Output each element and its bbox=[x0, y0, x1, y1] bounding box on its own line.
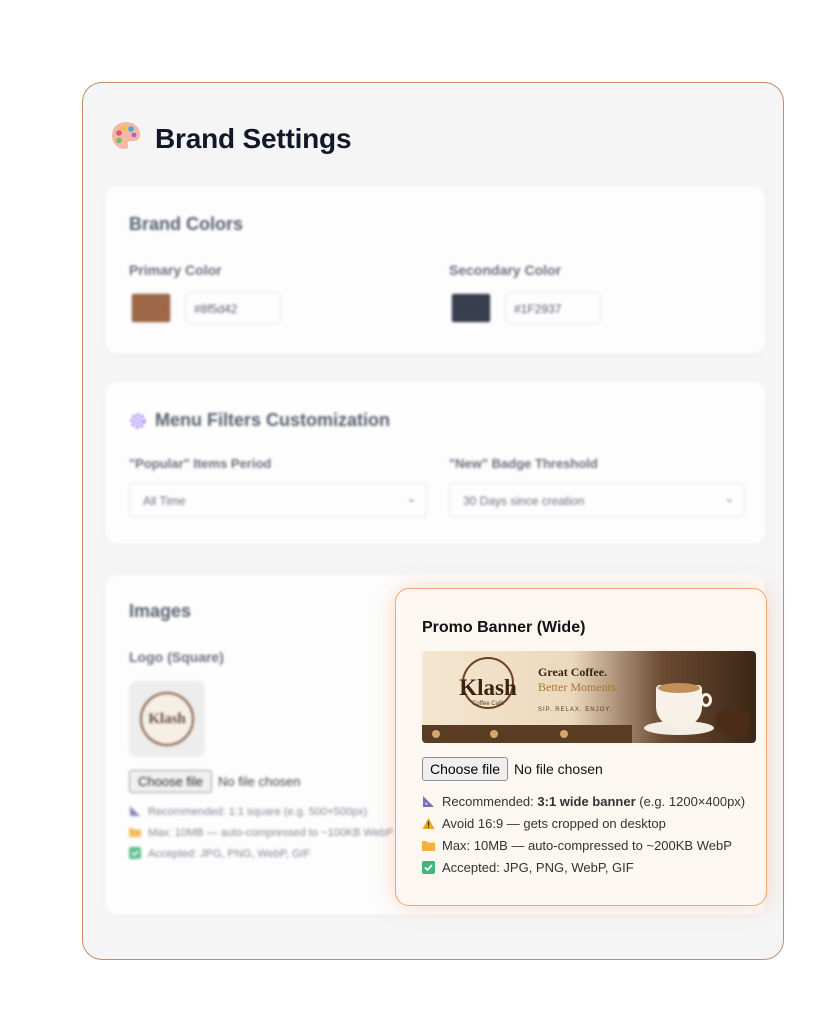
promo-choose-file-button[interactable]: Choose file bbox=[422, 757, 509, 781]
popular-period-label: "Popular" Items Period bbox=[129, 456, 272, 471]
chevron-down-icon: ⌄ bbox=[724, 493, 734, 505]
banner-headline: Great Coffee. Better Moments. SIP. RELAX… bbox=[538, 665, 619, 713]
promo-file-row: Choose file No file chosen bbox=[422, 757, 603, 781]
promo-hint-avoid: Avoid 16:9 — gets cropped on desktop bbox=[422, 816, 666, 831]
logo-preview: Klash bbox=[129, 681, 205, 757]
logo-choose-file-button[interactable]: Choose file bbox=[129, 770, 213, 793]
promo-hint-accepted: Accepted: JPG, PNG, WebP, GIF bbox=[422, 860, 634, 875]
page-header: Brand Settings bbox=[109, 119, 352, 158]
banner-coffee-cup bbox=[644, 681, 714, 739]
banner-headline-1: Great Coffee. bbox=[538, 665, 608, 679]
folder-icon bbox=[129, 826, 142, 839]
new-badge-value: 30 Days since creation bbox=[463, 494, 585, 508]
banner-headline-2: Better Moments. bbox=[538, 680, 619, 694]
banner-coffee-beans bbox=[716, 709, 750, 735]
logo-file-status: No file chosen bbox=[218, 774, 301, 789]
check-icon bbox=[129, 847, 142, 860]
triangle-ruler-icon bbox=[422, 795, 435, 808]
gear-icon bbox=[129, 412, 147, 430]
banner-feature-strip bbox=[422, 725, 632, 743]
logo-label: Logo (Square) bbox=[129, 649, 224, 665]
logo-hint-accepted: Accepted: JPG, PNG, WebP, GIF bbox=[129, 847, 310, 860]
promo-banner-panel: Promo Banner (Wide) Klash Coffee Café Gr… bbox=[395, 588, 767, 906]
primary-color-label: Primary Color bbox=[129, 262, 222, 278]
banner-tagline: SIP. RELAX. ENJOY. bbox=[538, 707, 613, 713]
folder-icon bbox=[422, 839, 435, 852]
primary-color-input[interactable]: #8f5d42 bbox=[185, 292, 281, 324]
logo-hint-recommended: Recommended: 1:1 square (e.g. 500×500px) bbox=[129, 805, 367, 818]
menu-filters-card: Menu Filters Customization "Popular" Ite… bbox=[105, 382, 765, 544]
promo-hint-max: Max: 10MB — auto-compressed to ~200KB We… bbox=[422, 838, 732, 853]
logo-preview-text: Klash bbox=[148, 710, 186, 727]
popular-period-select[interactable]: All Time ⌄ bbox=[129, 482, 427, 518]
promo-banner-preview: Klash Coffee Café Great Coffee. Better M… bbox=[422, 651, 756, 743]
palette-icon bbox=[109, 119, 143, 158]
promo-hint-recommended: Recommended: 3:1 wide banner (e.g. 1200×… bbox=[422, 794, 745, 809]
promo-file-status: No file chosen bbox=[514, 761, 603, 777]
triangle-ruler-icon bbox=[129, 805, 142, 818]
page-title: Brand Settings bbox=[155, 122, 352, 154]
logo-hint-max: Max: 10MB — auto-compressed to ~100KB We… bbox=[129, 826, 393, 839]
secondary-color-swatch[interactable] bbox=[451, 293, 491, 323]
check-icon bbox=[422, 861, 435, 874]
secondary-color-label: Secondary Color bbox=[449, 262, 562, 278]
banner-brand-sub: Coffee Café bbox=[472, 701, 504, 707]
menu-filters-title-text: Menu Filters Customization bbox=[155, 410, 391, 430]
settings-panel: Brand Settings Brand Colors Primary Colo… bbox=[82, 82, 784, 960]
brand-colors-title: Brand Colors bbox=[129, 214, 244, 234]
logo-file-row: Choose file No file chosen bbox=[129, 770, 300, 793]
banner-brand-text: Klash bbox=[459, 675, 517, 700]
warning-icon bbox=[422, 817, 435, 830]
new-badge-select[interactable]: 30 Days since creation ⌄ bbox=[449, 482, 745, 518]
chevron-down-icon: ⌄ bbox=[406, 493, 416, 505]
popular-period-value: All Time bbox=[143, 494, 186, 508]
secondary-color-input[interactable]: #1F2937 bbox=[505, 292, 601, 324]
menu-filters-title: Menu Filters Customization bbox=[129, 410, 390, 431]
images-title: Images bbox=[129, 601, 192, 621]
primary-color-swatch[interactable] bbox=[131, 293, 171, 323]
brand-colors-card: Brand Colors Primary Color #8f5d42 Secon… bbox=[105, 186, 765, 354]
banner-logo: Klash Coffee Café bbox=[452, 657, 524, 717]
promo-banner-title: Promo Banner (Wide) bbox=[422, 619, 586, 636]
new-badge-label: "New" Badge Threshold bbox=[449, 456, 598, 471]
